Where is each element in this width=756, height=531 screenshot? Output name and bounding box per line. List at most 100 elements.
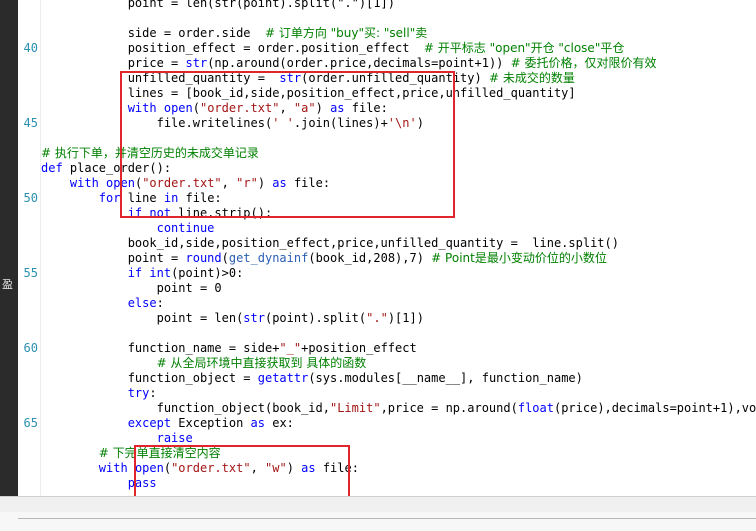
code-token: as (330, 101, 345, 115)
code-line[interactable]: point = 0 (41, 281, 222, 296)
horizontal-scrollbar[interactable] (0, 496, 756, 513)
code-token: line.strip(): (171, 206, 273, 220)
code-line[interactable]: function_name = side+"_"+position_effect (41, 341, 417, 356)
code-token: str (279, 71, 302, 85)
code-token: price = (41, 56, 186, 70)
code-token: continue (156, 221, 215, 235)
code-token: line (120, 191, 164, 205)
line-number-gutter: 40 45 50 55 60 65 (18, 0, 41, 496)
code-token: raise (156, 431, 193, 445)
code-line[interactable]: raise (41, 431, 193, 446)
code-line[interactable]: price = str(np.around(order.price,decima… (41, 56, 657, 71)
code-token: ex: (265, 416, 294, 430)
code-token: get_dynainf (228, 251, 309, 265)
code-line[interactable]: book_id,side,position_effect,price,unfil… (41, 236, 619, 251)
code-token: '\n' (387, 116, 417, 130)
code-token: int (149, 266, 172, 280)
code-line[interactable]: position_effect = order.position_effect … (41, 41, 625, 56)
code-token: (price),decimals=point+1),volum (553, 401, 756, 415)
code-line[interactable]: for line in file: (41, 191, 222, 206)
code-token: in (163, 191, 179, 205)
code-token: side = order.side (41, 26, 265, 40)
code-line[interactable]: side = order.side # 订单方向 "buy"买: "sell"卖 (41, 26, 428, 41)
code-line[interactable]: except Exception as ex: (41, 416, 294, 431)
code-token: ( (192, 101, 200, 115)
code-token: "r" (236, 176, 258, 190)
code-line[interactable]: with open("order.txt", "w") as file: (41, 461, 359, 476)
code-token: ' ' (272, 116, 294, 130)
code-line[interactable]: # 下完单直接清空内容 (41, 446, 221, 461)
code-line[interactable]: if not line.strip(): (41, 206, 273, 221)
code-token: , (279, 101, 294, 115)
code-line[interactable]: unfilled_quantity = str(order.unfilled_q… (41, 71, 575, 86)
code-line[interactable]: point = len(str(point).split(".")[1]) (41, 0, 395, 11)
code-line[interactable]: # 从全局环境中直接获取到 具体的函数 (41, 356, 367, 371)
code-line[interactable]: point = len(str(point).split(".")[1]) (41, 311, 424, 326)
code-token: "order.txt" (171, 461, 251, 475)
code-line[interactable]: continue (41, 221, 215, 236)
code-token: for (98, 191, 121, 205)
code-token: ) (416, 116, 424, 130)
code-line[interactable]: function_object(book_id,"Limit",price = … (41, 401, 756, 416)
code-editor[interactable]: point = len(str(point).split(".")[1]) si… (41, 0, 756, 496)
code-token: with (69, 176, 99, 190)
code-token: str (243, 311, 265, 325)
code-line[interactable]: with open("order.txt", "r") as file: (41, 176, 330, 191)
line-number: 40 (23, 41, 38, 55)
code-line[interactable]: pass (41, 476, 157, 491)
code-token: , (221, 176, 237, 190)
code-token: function_name = side+ (41, 341, 280, 355)
code-token: except (127, 416, 172, 430)
code-token: open (163, 101, 193, 115)
code-token: getattr (257, 371, 309, 385)
code-token: # 未成交的数量 (488, 71, 575, 85)
left-panel-strip: 盈 (0, 0, 18, 531)
code-token: position_effect = order.position_effect (41, 41, 424, 55)
code-line[interactable]: else: (41, 296, 164, 311)
code-token: function_object = (41, 371, 258, 385)
code-line[interactable]: try: (41, 386, 157, 401)
code-token: open (106, 176, 135, 190)
code-token: : (156, 296, 164, 310)
code-token: ( (163, 461, 172, 475)
code-token: # 执行下单，并清空历史的未成交单记录 (41, 146, 259, 160)
code-token: (sys.modules[__name__], function_name) (308, 371, 583, 385)
code-line[interactable]: point = round(get_dynainf(book_id,208),7… (41, 251, 607, 266)
code-line[interactable]: lines = [book_id,side,position_effect,pr… (41, 86, 576, 101)
code-token: ) (286, 461, 302, 475)
line-number: 45 (23, 116, 38, 130)
code-token: # 委托价格，仅对限价有效 (510, 56, 657, 70)
code-token: (book_id,208),7) (308, 251, 432, 265)
code-token: "order.txt" (199, 101, 280, 115)
code-line[interactable]: file.writelines(' '.join(lines)+'\n') (41, 116, 424, 131)
code-token: file: (286, 176, 331, 190)
code-line[interactable]: function_object = getattr(sys.modules[__… (41, 371, 583, 386)
code-token: "order.txt" (142, 176, 222, 190)
code-token: (np.around(order.price,decimals=point+1)… (207, 56, 511, 70)
code-token: file: (344, 101, 388, 115)
code-token: .join(lines)+ (293, 116, 388, 130)
code-line[interactable]: # 执行下单，并清空历史的未成交单记录 (41, 146, 259, 161)
code-token: "_" (279, 341, 302, 355)
code-token: if (127, 266, 143, 280)
code-token: else (127, 296, 157, 310)
code-line[interactable]: if int(point)>0: (41, 266, 244, 281)
code-line[interactable]: def place_order(): (41, 161, 171, 176)
code-line[interactable]: with open("order.txt", "a") as file: (41, 101, 388, 116)
code-token: # 从全局环境中直接获取到 具体的函数 (156, 356, 367, 370)
code-token: , (250, 461, 266, 475)
code-token: file.writelines( (41, 116, 273, 130)
